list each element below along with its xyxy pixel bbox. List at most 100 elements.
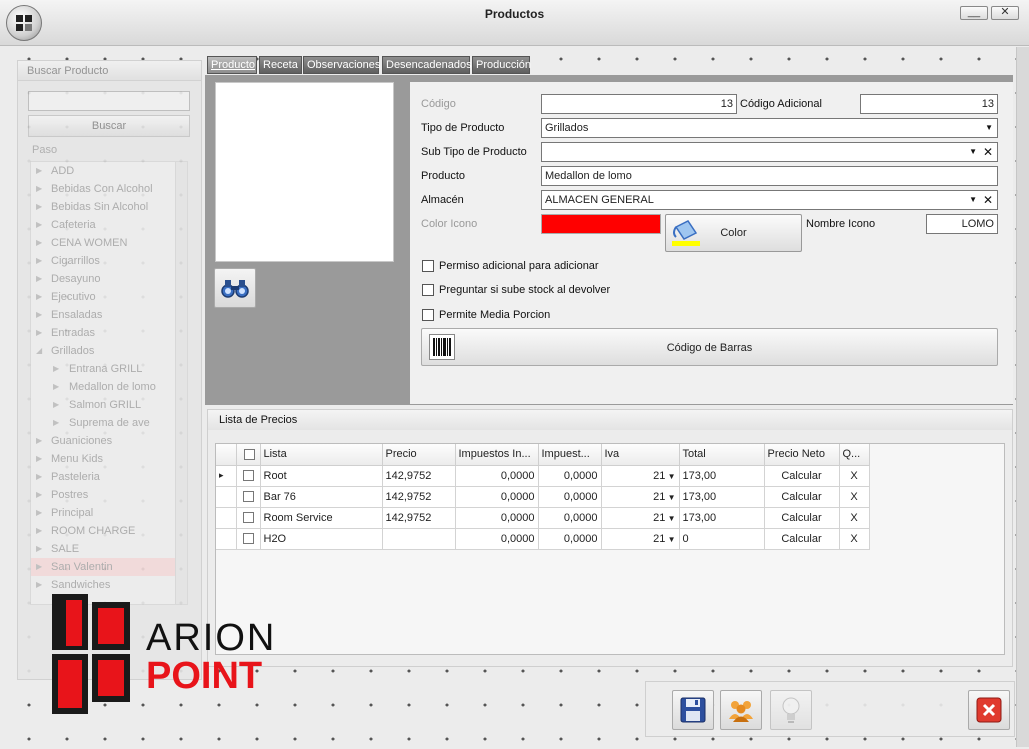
cell-precio[interactable]: 142,9752 — [382, 507, 456, 529]
expand-icon[interactable]: ▶ — [36, 252, 42, 270]
table-row[interactable]: H2O 0,0000 0,0000 21 ▼ 0 Calcular X — [216, 528, 870, 550]
tree-item[interactable]: ▶ SALE — [31, 540, 187, 558]
cell-impuestos[interactable]: 0,0000 — [538, 465, 602, 487]
row-checkbox[interactable] — [236, 486, 261, 508]
col-precio[interactable]: Precio — [382, 444, 456, 466]
producto-field[interactable]: Medallon de lomo — [541, 166, 998, 186]
row-checkbox[interactable] — [236, 507, 261, 529]
cancel-icon[interactable] — [968, 690, 1010, 730]
cell-lista[interactable]: Root — [260, 465, 383, 487]
row-checkbox[interactable] — [236, 528, 261, 550]
category-tree[interactable]: ▶ ADD ▶ Bebidas Con Alcohol ▶ Bebidas Sin Alc… — [30, 161, 188, 605]
expand-icon[interactable]: ▶ — [36, 270, 42, 288]
row-checkbox[interactable] — [236, 465, 261, 487]
chevron-down-icon[interactable]: ▼ — [969, 191, 977, 209]
expand-icon[interactable]: ▶ — [53, 378, 59, 396]
expand-icon[interactable]: ▶ — [36, 540, 42, 558]
chevron-down-icon[interactable]: ▼ — [665, 472, 676, 481]
cell-impuestos-in[interactable]: 0,0000 — [455, 465, 539, 487]
chevron-down-icon[interactable]: ▼ — [665, 535, 676, 544]
tree-scrollbar[interactable] — [175, 162, 187, 604]
cell-iva[interactable]: 21 ▼ — [601, 486, 680, 508]
cell-impuestos-in[interactable]: 0,0000 — [455, 486, 539, 508]
cell-total[interactable]: 0 — [679, 528, 765, 550]
row-indicator[interactable] — [216, 528, 237, 550]
cell-q[interactable]: X — [839, 507, 870, 529]
expand-icon[interactable]: ▶ — [36, 198, 42, 216]
tree-item[interactable]: ▶ Suprema de ave — [31, 414, 187, 432]
search-button[interactable]: Buscar — [28, 115, 190, 137]
tree-item[interactable]: ▶ Salmon GRILL — [31, 396, 187, 414]
tree-item[interactable]: ▶ Guaniciones — [31, 432, 187, 450]
preguntar-checkbox[interactable] — [422, 284, 434, 296]
expand-icon[interactable]: ▶ — [36, 468, 42, 486]
barcode-button[interactable]: Código de Barras — [421, 328, 998, 366]
tab-receta[interactable]: Receta — [259, 56, 302, 74]
tree-item[interactable]: ▶ Bebidas Con Alcohol — [31, 180, 187, 198]
tree-item[interactable]: ▶ CENA WOMEN — [31, 234, 187, 252]
expand-icon[interactable]: ▶ — [36, 216, 42, 234]
cell-impuestos-in[interactable]: 0,0000 — [455, 528, 539, 550]
cell-precio[interactable] — [382, 528, 456, 550]
col-iva[interactable]: Iva — [601, 444, 680, 466]
table-row[interactable]: Room Service 142,9752 0,0000 0,0000 21 ▼ 173,… — [216, 507, 870, 529]
tree-item[interactable]: ▶ Pasteleria — [31, 468, 187, 486]
price-grid[interactable]: Lista Precio Impuestos In... Impuest... … — [215, 443, 1005, 655]
tree-item[interactable]: ▶ ADD — [31, 162, 187, 180]
lightbulb-icon[interactable] — [770, 690, 812, 730]
clear-icon[interactable]: ✕ — [983, 191, 993, 209]
expand-icon[interactable]: ▶ — [36, 558, 42, 576]
window-scrollbar[interactable] — [1016, 47, 1029, 747]
row-indicator[interactable] — [216, 486, 237, 508]
tree-item[interactable]: ▶ Entrana GRILL — [31, 360, 187, 378]
expand-icon[interactable]: ▶ — [36, 486, 42, 504]
tree-item[interactable]: ▶ Principal — [31, 504, 187, 522]
cell-precio-neto[interactable]: Calcular — [764, 528, 840, 550]
tab-desencadenados[interactable]: Desencadenados — [382, 56, 472, 74]
chevron-down-icon[interactable]: ▼ — [665, 493, 676, 502]
tree-item[interactable]: ▶ Entradas — [31, 324, 187, 342]
tree-item[interactable]: ▶ Postres — [31, 486, 187, 504]
col-precio-neto[interactable]: Precio Neto — [764, 444, 840, 466]
expand-icon[interactable]: ▶ — [53, 396, 59, 414]
cell-precio[interactable]: 142,9752 — [382, 465, 456, 487]
cell-q[interactable]: X — [839, 528, 870, 550]
row-indicator[interactable] — [216, 507, 237, 529]
cell-impuestos[interactable]: 0,0000 — [538, 528, 602, 550]
col-impuestos-in[interactable]: Impuestos In... — [455, 444, 539, 466]
cell-precio-neto[interactable]: Calcular — [764, 486, 840, 508]
expand-icon[interactable]: ▶ — [36, 180, 42, 198]
col-impuestos[interactable]: Impuest... — [538, 444, 602, 466]
cell-lista[interactable]: Bar 76 — [260, 486, 383, 508]
tree-item[interactable]: ▶ San Valentin — [31, 558, 187, 576]
tree-item[interactable]: ▶ Bebidas Sin Alcohol — [31, 198, 187, 216]
cell-lista[interactable]: H2O — [260, 528, 383, 550]
tree-item[interactable]: ◢ Grillados — [31, 342, 187, 360]
save-icon[interactable] — [672, 690, 714, 730]
expand-icon[interactable]: ▶ — [36, 450, 42, 468]
codigo-field[interactable]: 13 — [541, 94, 737, 114]
binoculars-icon[interactable] — [214, 268, 256, 308]
cell-q[interactable]: X — [839, 486, 870, 508]
col-total[interactable]: Total — [679, 444, 765, 466]
users-icon[interactable] — [720, 690, 762, 730]
table-row[interactable]: ▸ Root 142,9752 0,0000 0,0000 21 ▼ 173,00 Calcu… — [216, 465, 870, 487]
cell-precio-neto[interactable]: Calcular — [764, 465, 840, 487]
expand-icon[interactable]: ▶ — [36, 234, 42, 252]
expand-icon[interactable]: ▶ — [36, 504, 42, 522]
cell-total[interactable]: 173,00 — [679, 486, 765, 508]
cell-lista[interactable]: Room Service — [260, 507, 383, 529]
cell-total[interactable]: 173,00 — [679, 507, 765, 529]
close-window-button[interactable]: ✕ — [991, 6, 1019, 20]
expand-icon[interactable]: ▶ — [36, 306, 42, 324]
permiso-checkbox[interactable] — [422, 260, 434, 272]
chevron-down-icon[interactable]: ▼ — [969, 143, 977, 161]
expand-icon[interactable]: ▶ — [36, 432, 42, 450]
tree-item[interactable]: ▶ Ejecutivo — [31, 288, 187, 306]
col-q[interactable]: Q... — [839, 444, 870, 466]
tree-item[interactable]: ▶ Menu Kids — [31, 450, 187, 468]
chevron-down-icon[interactable]: ▼ — [985, 119, 993, 137]
cell-impuestos-in[interactable]: 0,0000 — [455, 507, 539, 529]
expand-icon[interactable]: ▶ — [53, 360, 59, 378]
subtipo-producto-select[interactable]: ▼ ✕ — [541, 142, 998, 162]
